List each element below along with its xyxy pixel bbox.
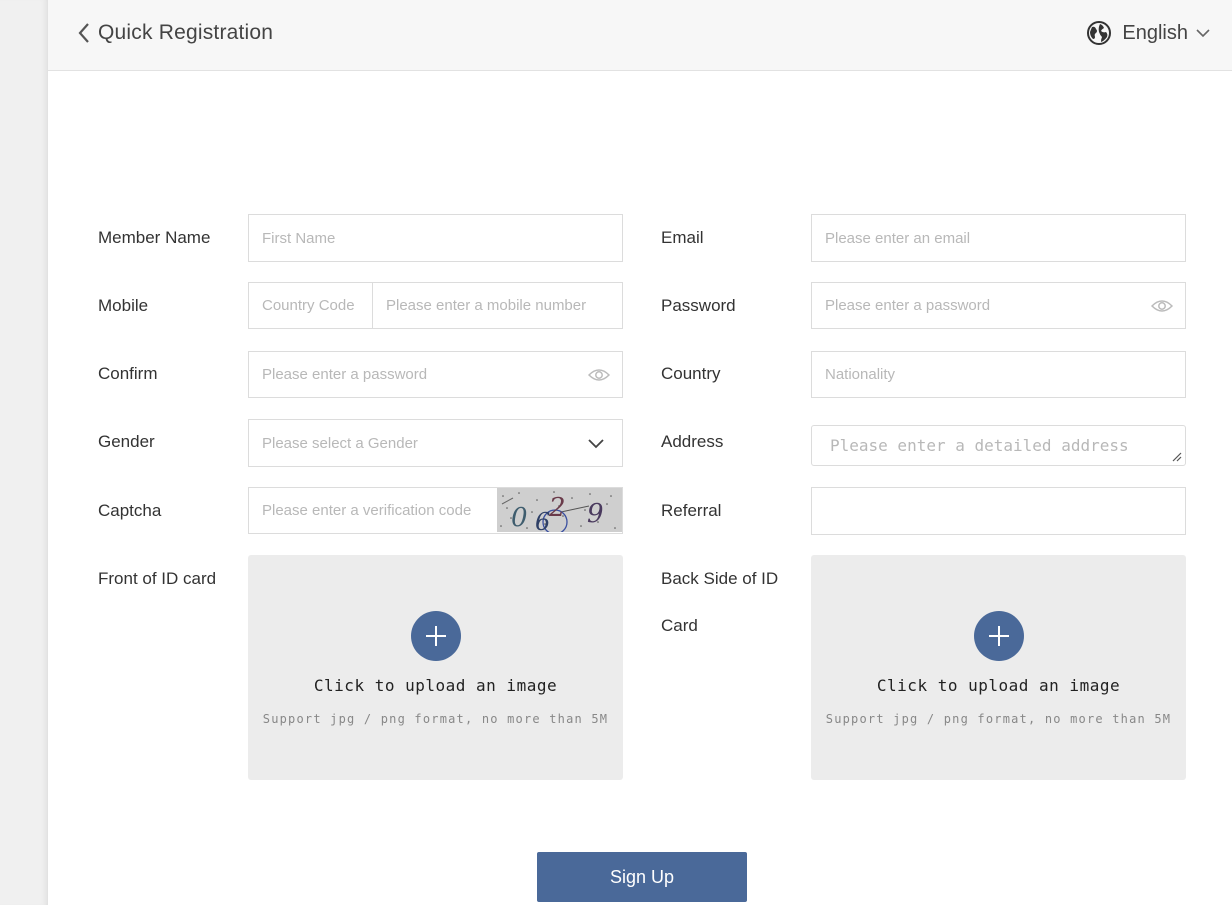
chevron-down-icon [588,439,604,449]
back-id-upload[interactable]: Click to upload an image Support jpg / p… [811,555,1186,780]
resize-handle-icon[interactable] [1172,452,1182,462]
svg-text:0: 0 [511,503,528,532]
page-header: Quick Registration English [48,0,1232,71]
captcha-placeholder: Please enter a verification code [262,502,472,519]
password-label: Password [661,296,736,315]
captcha-label: Captcha [98,501,162,520]
nationality-input[interactable]: Nationality [811,351,1186,398]
svg-text:2: 2 [548,493,566,523]
plus-icon [988,626,1009,646]
upload-hint: Support jpg / png format, no more than 5… [825,712,1172,726]
confirm-password-placeholder: Please enter a password [262,366,428,383]
mobile-placeholder: Please enter a mobile number [386,297,587,314]
back-button[interactable]: Quick Registration [76,18,273,48]
plus-icon [425,626,446,646]
captcha-image[interactable]: 0 6 2 9 [497,488,622,532]
address-label: Address [661,432,724,451]
language-selector[interactable]: English [1086,18,1210,48]
confirm-label: Confirm [98,364,158,383]
mobile-label: Mobile [98,296,149,315]
svg-text:9: 9 [587,499,604,529]
left-gutter [0,0,48,905]
referral-label: Referral [661,501,722,520]
email-placeholder: Please enter an email [825,229,971,247]
password-placeholder: Please enter a password [825,297,991,314]
first-name-placeholder: First Name [262,229,336,247]
chevron-left-icon [78,23,89,43]
upload-title: Click to upload an image [313,676,558,695]
chevron-down-icon [1196,29,1210,38]
member-name-label: Member Name [98,228,211,247]
language-label: English [1122,21,1188,44]
country-label: Country [661,364,721,383]
email-input[interactable]: Please enter an email [811,214,1186,262]
back-id-label-line2: Card [661,616,698,635]
registration-page: Quick Registration English Member Name F… [48,0,1232,905]
captcha-input[interactable]: Please enter a verification code 0 6 2 9 [248,487,623,534]
address-placeholder: Please enter a detailed address [830,436,1129,455]
first-name-input[interactable]: First Name [248,214,623,262]
referral-input[interactable] [811,487,1186,535]
globe-icon [1087,21,1112,45]
eye-icon[interactable] [588,367,610,383]
front-id-label: Front of ID card [98,569,217,588]
email-label: Email [661,228,704,247]
page-title: Quick Registration [98,21,274,44]
nationality-placeholder: Nationality [825,366,896,383]
add-image-button[interactable] [973,611,1024,661]
password-input[interactable]: Please enter a password [811,282,1186,329]
upload-title: Click to upload an image [876,676,1121,695]
country-code-input[interactable]: Country Code [248,282,373,329]
gender-placeholder: Please select a Gender [262,434,418,452]
sign-up-button[interactable]: Sign Up [537,852,747,902]
gender-select[interactable]: Please select a Gender [248,419,623,467]
back-id-label-line1: Back Side of ID [661,569,779,588]
front-id-upload[interactable]: Click to upload an image Support jpg / p… [248,555,623,780]
svg-text:6: 6 [535,508,550,532]
address-textarea[interactable]: Please enter a detailed address [811,425,1186,466]
gender-label: Gender [98,432,155,451]
upload-hint: Support jpg / png format, no more than 5… [262,712,609,726]
confirm-password-input[interactable]: Please enter a password [248,351,623,398]
eye-icon[interactable] [1151,298,1173,314]
mobile-input[interactable]: Please enter a mobile number [372,282,623,329]
add-image-button[interactable] [410,611,461,661]
country-code-placeholder: Country Code [262,297,355,314]
